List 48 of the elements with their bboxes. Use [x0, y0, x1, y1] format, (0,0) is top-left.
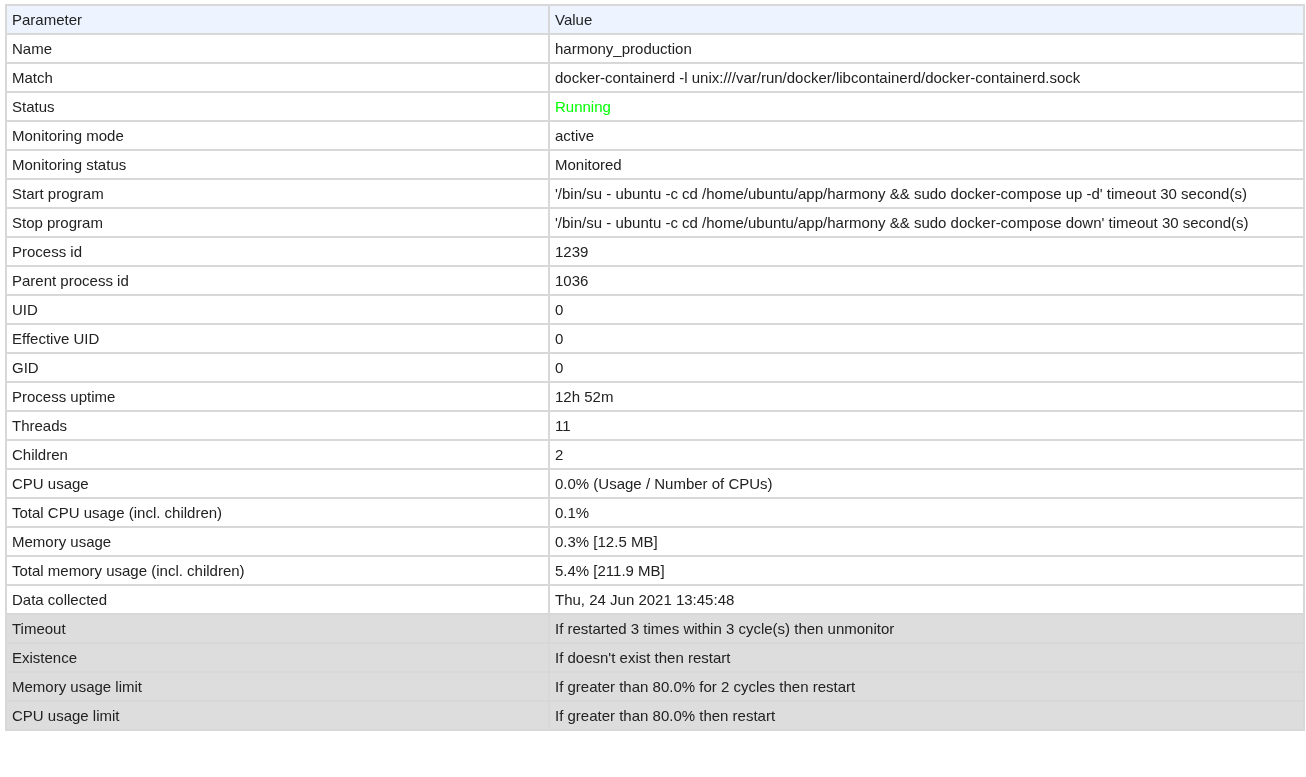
- parameter-cell: Process uptime: [6, 382, 549, 411]
- parameter-cell: Memory usage limit: [6, 672, 549, 701]
- value-cell: active: [549, 121, 1304, 150]
- value-cell: If restarted 3 times within 3 cycle(s) then unmonitor: [549, 614, 1304, 643]
- value-cell: 0: [549, 295, 1304, 324]
- value-cell: 1036: [549, 266, 1304, 295]
- parameter-cell: Total memory usage (incl. children): [6, 556, 549, 585]
- value-cell: '/bin/su - ubuntu -c cd /home/ubuntu/app/harmony && sudo docker-compose up -d' timeout 30 second(s): [549, 179, 1304, 208]
- parameter-cell: Name: [6, 34, 549, 63]
- parameter-cell: Children: [6, 440, 549, 469]
- parameter-cell: Existence: [6, 643, 549, 672]
- value-cell: 0: [549, 324, 1304, 353]
- value-cell: harmony_production: [549, 34, 1304, 63]
- parameter-cell: GID: [6, 353, 549, 382]
- column-header: Parameter: [6, 5, 549, 34]
- value-cell: 0.1%: [549, 498, 1304, 527]
- value-cell: 5.4% [211.9 MB]: [549, 556, 1304, 585]
- parameter-cell: Memory usage: [6, 527, 549, 556]
- parameter-cell: CPU usage: [6, 469, 549, 498]
- value-cell: 11: [549, 411, 1304, 440]
- parameter-cell: Process id: [6, 237, 549, 266]
- parameter-cell: Monitoring status: [6, 150, 549, 179]
- parameter-cell: Total CPU usage (incl. children): [6, 498, 549, 527]
- parameter-cell: Monitoring mode: [6, 121, 549, 150]
- parameter-cell: CPU usage limit: [6, 701, 549, 730]
- value-cell: 1239: [549, 237, 1304, 266]
- parameter-cell: Effective UID: [6, 324, 549, 353]
- value-cell: 0.0% (Usage / Number of CPUs): [549, 469, 1304, 498]
- parameter-cell: Match: [6, 63, 549, 92]
- parameter-cell: Stop program: [6, 208, 549, 237]
- parameter-cell: UID: [6, 295, 549, 324]
- value-cell: 12h 52m: [549, 382, 1304, 411]
- column-header: Value: [549, 5, 1304, 34]
- value-cell: docker-containerd -l unix:///var/run/docker/libcontainerd/docker-containerd.sock: [549, 63, 1304, 92]
- parameter-cell: Start program: [6, 179, 549, 208]
- value-cell: If greater than 80.0% then restart: [549, 701, 1304, 730]
- value-cell: '/bin/su - ubuntu -c cd /home/ubuntu/app/harmony && sudo docker-compose down' timeout 30 second(s): [549, 208, 1304, 237]
- value-cell: If doesn't exist then restart: [549, 643, 1304, 672]
- value-cell: 2: [549, 440, 1304, 469]
- value-cell: Monitored: [549, 150, 1304, 179]
- value-cell: 0: [549, 353, 1304, 382]
- parameter-cell: Status: [6, 92, 549, 121]
- value-cell: If greater than 80.0% for 2 cycles then restart: [549, 672, 1304, 701]
- parameter-cell: Timeout: [6, 614, 549, 643]
- parameter-cell: Parent process id: [6, 266, 549, 295]
- parameter-cell: Threads: [6, 411, 549, 440]
- value-cell: Running: [549, 92, 1304, 121]
- value-cell: 0.3% [12.5 MB]: [549, 527, 1304, 556]
